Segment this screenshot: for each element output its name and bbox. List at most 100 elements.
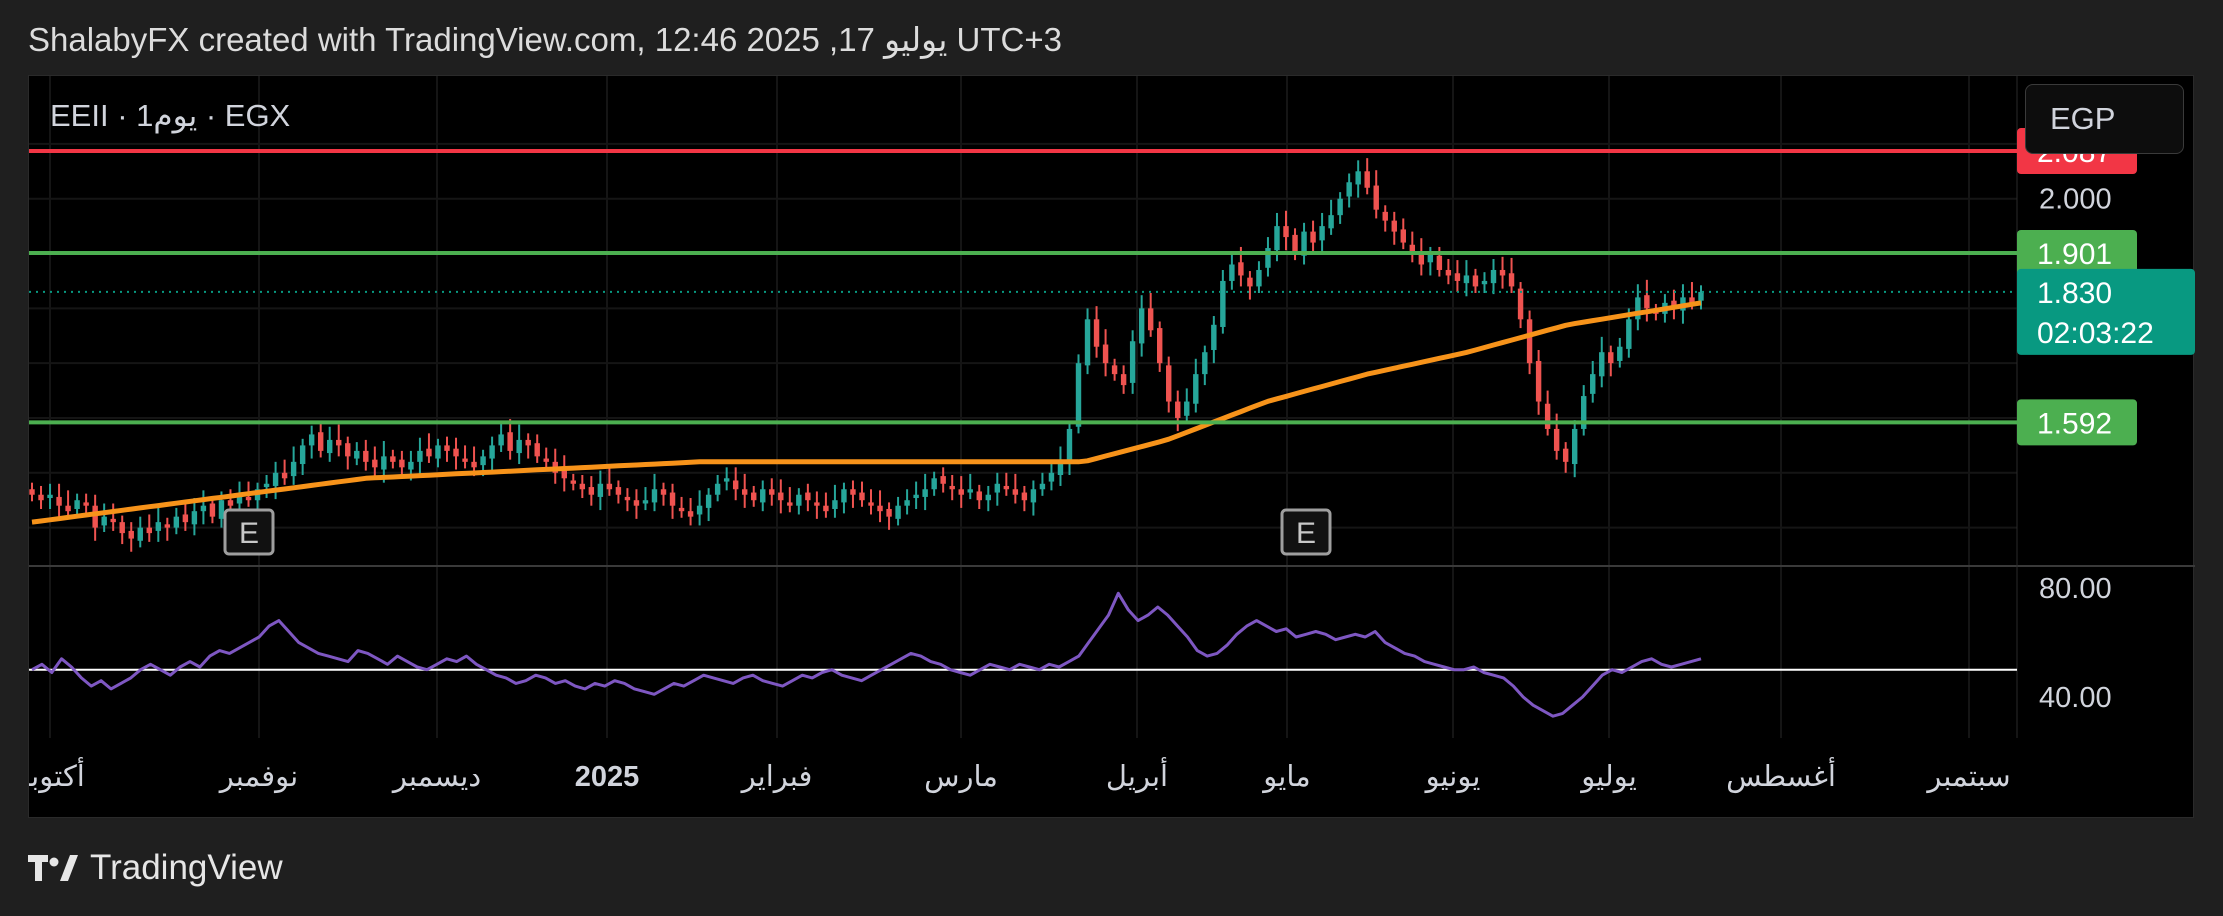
earnings-event-badge[interactable]: E — [223, 508, 275, 556]
candle-body — [1346, 182, 1352, 197]
candle — [967, 473, 973, 500]
candle — [985, 485, 991, 512]
candle-body — [913, 494, 919, 499]
candle — [1391, 211, 1397, 245]
candle-body — [814, 502, 820, 506]
candle — [128, 522, 134, 552]
candle-body — [949, 485, 955, 490]
candle-body — [1247, 277, 1253, 287]
candle — [1039, 472, 1046, 496]
candle — [742, 473, 748, 508]
candle — [778, 479, 784, 514]
candle-body — [958, 489, 964, 495]
candle-body — [1553, 428, 1560, 451]
candle-body — [327, 439, 333, 454]
chart-canvas[interactable]: E E أكتوبر نوفمبر ديسمبر 2025 فبراير مارس أبريل… — [29, 76, 2195, 819]
candle-body — [308, 434, 315, 446]
candle-body — [805, 492, 811, 501]
candle-body — [336, 439, 342, 446]
rsi-axis-tick-label: 40.00 — [2039, 682, 2112, 714]
candle-body — [209, 503, 216, 517]
candle — [823, 492, 829, 518]
candle — [1292, 228, 1298, 261]
candle-body — [480, 456, 486, 466]
candle-body — [1373, 185, 1379, 210]
earnings-event-badge[interactable]: E — [1280, 508, 1332, 556]
candle — [1111, 358, 1118, 381]
candle — [1256, 261, 1262, 293]
candle — [299, 438, 306, 475]
candle — [345, 436, 351, 470]
earnings-badge-label: E — [1296, 517, 1316, 550]
candle-body — [669, 492, 676, 506]
candle — [363, 439, 369, 471]
candle — [922, 473, 928, 511]
candle-body — [110, 518, 116, 523]
candle — [1093, 306, 1100, 358]
x-axis-tick-label: أبريل — [1106, 756, 1168, 794]
candle — [1445, 259, 1452, 285]
candle-body — [1454, 273, 1461, 281]
candle-body — [1084, 319, 1091, 366]
candle — [65, 490, 71, 518]
candle-body — [65, 505, 71, 512]
candle — [859, 481, 865, 507]
candle — [1364, 158, 1370, 195]
candle-body — [1355, 171, 1361, 185]
candle-body — [588, 487, 595, 495]
candle-body — [1003, 485, 1010, 490]
candle — [597, 470, 604, 511]
candle-body — [1590, 374, 1596, 394]
candle-body — [498, 434, 504, 446]
candle — [796, 488, 802, 515]
candle — [155, 506, 162, 542]
candle-body — [281, 472, 288, 479]
candle-body — [426, 448, 432, 457]
candle — [1147, 293, 1154, 337]
candle — [191, 498, 198, 536]
candle — [417, 437, 423, 475]
candle — [1120, 365, 1127, 394]
candle — [1499, 256, 1506, 289]
candle — [1129, 330, 1136, 394]
candle — [1644, 279, 1650, 322]
candle-body — [985, 494, 991, 501]
price-tag: 1.592 — [2017, 399, 2137, 446]
symbol-label: EEII · 1يوم · EGX — [50, 98, 291, 133]
candle — [462, 445, 468, 469]
candle-body — [345, 443, 351, 457]
footer-brand[interactable]: TradingView — [28, 848, 283, 888]
candle-body — [904, 500, 910, 506]
candle-body — [732, 480, 739, 490]
candle-body — [850, 489, 856, 495]
candle-body — [245, 496, 252, 501]
candle-body — [651, 489, 658, 503]
candle-body — [615, 487, 622, 495]
candle-body — [1617, 346, 1623, 361]
rsi-axis-tick-label: 80.00 — [2039, 573, 2112, 605]
candle-body — [525, 439, 531, 446]
candle-body — [227, 500, 234, 506]
candle-body — [823, 505, 829, 512]
candle-body — [1418, 253, 1425, 265]
currency-button[interactable]: EGP — [2025, 84, 2184, 154]
candle-body — [182, 514, 189, 523]
candle — [651, 473, 658, 512]
candle — [317, 421, 324, 458]
candle-body — [200, 505, 207, 512]
candle-body — [1364, 171, 1370, 188]
x-axis-tick-label: مايو — [1261, 761, 1310, 794]
candle-body — [660, 489, 667, 495]
candle — [751, 485, 757, 507]
candle-body — [769, 489, 775, 495]
candle — [119, 515, 125, 545]
candle — [1337, 192, 1343, 224]
x-axis-tick-label: يونيو — [1424, 761, 1481, 794]
candle-body — [1292, 234, 1298, 254]
candle — [444, 436, 450, 462]
chart-panel[interactable]: E E أكتوبر نوفمبر ديسمبر 2025 فبراير مارس أبريل… — [28, 75, 2195, 819]
candle — [1599, 336, 1605, 388]
candle-body — [1626, 319, 1632, 349]
candle-body — [1202, 352, 1208, 375]
candle-body — [354, 450, 360, 459]
